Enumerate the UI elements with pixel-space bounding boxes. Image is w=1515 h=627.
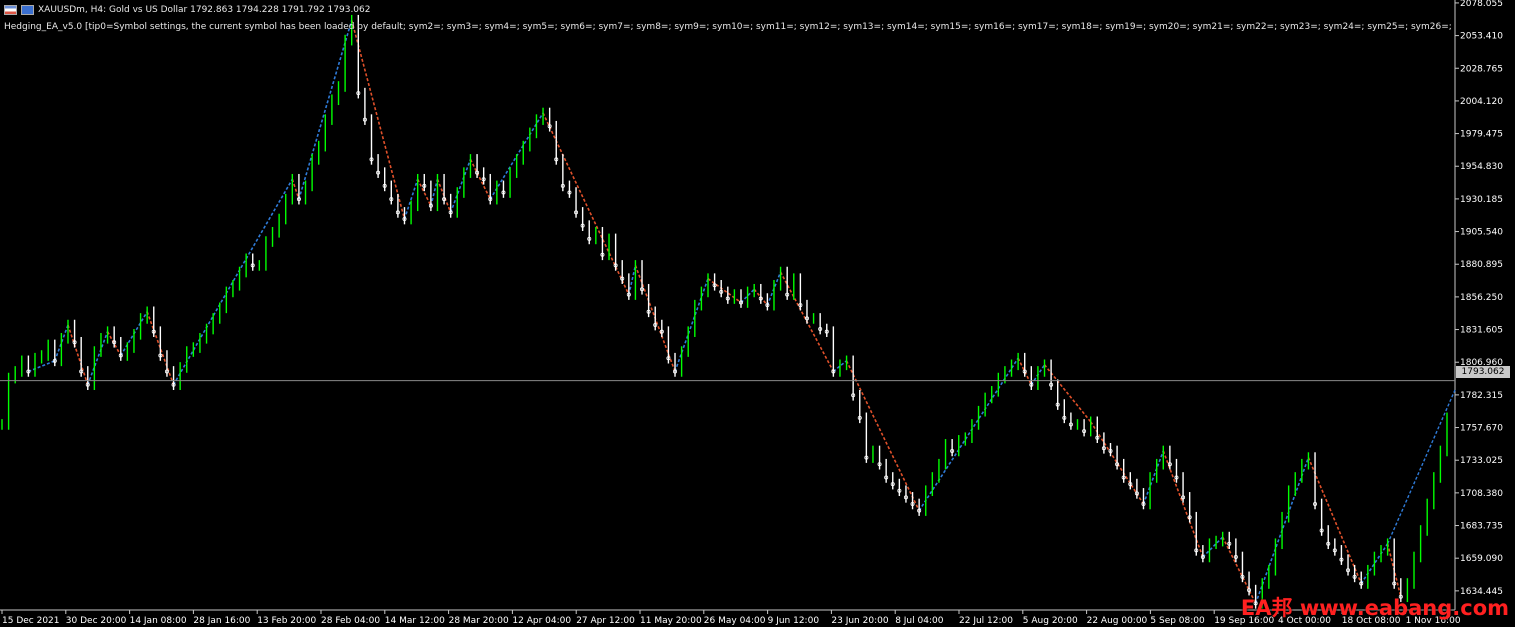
x-tick-label: 28 Feb 04:00 [321, 616, 380, 626]
y-tick-label: 2078.055 [1460, 0, 1503, 9]
x-tick-label: 30 Dec 20:00 [66, 616, 127, 626]
price-chart[interactable]: 2078.055 2053.410 2028.765 2004.120 1979.475… [0, 0, 1515, 627]
y-tick-label: 1708.380 [1460, 489, 1503, 499]
expert-icon[interactable] [21, 5, 34, 15]
y-tick-label: 1856.250 [1460, 293, 1503, 303]
x-tick-label: 12 Apr 04:00 [512, 616, 571, 626]
current-price-label: 1793.062 [1456, 366, 1510, 378]
y-tick-label: 1905.540 [1460, 228, 1503, 238]
flag-icon[interactable] [4, 5, 17, 15]
y-tick-label: 1733.025 [1460, 456, 1503, 466]
y-tick-label: 1659.090 [1460, 554, 1503, 564]
ea-info: Hedging_EA_v5.0 [tip0=Symbol settings, t… [4, 22, 1452, 32]
y-tick-label: 1930.185 [1460, 195, 1503, 205]
x-tick-label: 27 Apr 12:00 [576, 616, 635, 626]
x-tick-label: 28 Jan 16:00 [193, 616, 250, 626]
x-tick-label: 13 Feb 20:00 [257, 616, 316, 626]
x-tick-label: 14 Jan 08:00 [130, 616, 187, 626]
x-tick-label: 11 May 20:00 [640, 616, 702, 626]
x-tick-label: 26 May 04:00 [704, 616, 766, 626]
x-tick-label: 28 Mar 20:00 [449, 616, 509, 626]
y-tick-label: 1979.475 [1460, 130, 1503, 140]
y-tick-label: 1757.670 [1460, 424, 1503, 434]
watermark: EA邦 www.eabang.com [1240, 596, 1509, 620]
x-tick-label: 15 Dec 2021 [2, 616, 60, 626]
y-tick-label: 2053.410 [1460, 32, 1503, 42]
chart-header: XAUUSDm, H4: Gold vs US Dollar 1792.863 … [4, 5, 370, 15]
x-tick-label: 23 Jun 20:00 [831, 616, 888, 626]
x-tick-label: 5 Aug 20:00 [1023, 616, 1078, 626]
x-tick-label: 5 Sep 08:00 [1150, 616, 1205, 626]
x-tick-label: 22 Jul 12:00 [959, 616, 1013, 626]
y-tick-label: 1954.830 [1460, 162, 1503, 172]
y-tick-label: 1683.735 [1460, 522, 1503, 532]
x-tick-label: 8 Jul 04:00 [895, 616, 944, 626]
y-tick-label: 1782.315 [1460, 391, 1503, 401]
y-tick-label: 1831.605 [1460, 326, 1503, 336]
y-tick-label: 2028.765 [1460, 64, 1503, 74]
symbol-info: XAUUSDm, H4: Gold vs US Dollar 1792.863 … [38, 5, 371, 15]
chart-background [0, 0, 1515, 627]
y-tick-label: 1880.895 [1460, 260, 1503, 270]
x-tick-label: 22 Aug 00:00 [1087, 616, 1148, 626]
x-tick-label: 9 Jun 12:00 [768, 616, 820, 626]
y-tick-label: 2004.120 [1460, 97, 1503, 107]
x-tick-label: 14 Mar 12:00 [385, 616, 445, 626]
